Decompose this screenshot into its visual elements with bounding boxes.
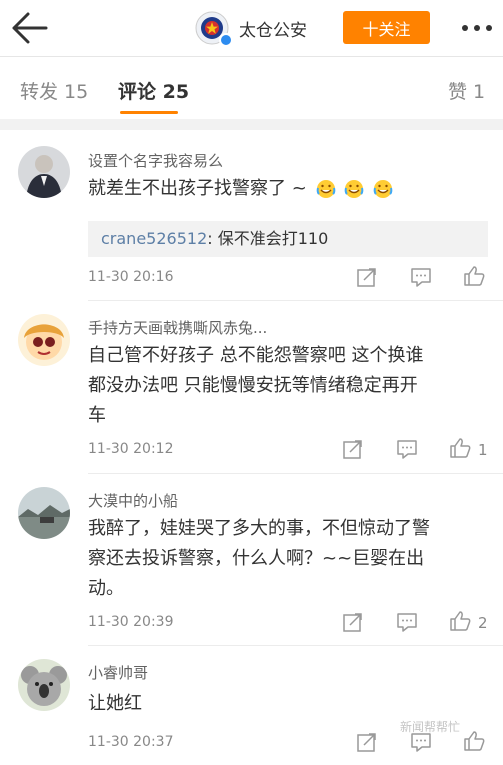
back-arrow-icon [12, 12, 48, 44]
account-info[interactable]: 太仓公安 [195, 10, 307, 47]
comment-body: 让她红 [88, 693, 142, 714]
comment-line: 都没办法吧 只能慢慢安抚等情绪稳定再开 [88, 375, 418, 396]
comment-text: 让她红 [88, 689, 488, 719]
comment-body: 就差生不出孩子找警察了 ~ [88, 178, 307, 199]
like-count: 2 [478, 614, 488, 632]
avatar[interactable] [18, 146, 70, 198]
thumbs-up-icon[interactable] [449, 437, 471, 459]
reply-preview[interactable]: crane526512: 保不准会打110 [88, 221, 488, 257]
comment-time: 11-30 20:39 [88, 614, 174, 630]
active-tab-indicator [120, 111, 178, 114]
like-count: 1 [478, 441, 488, 459]
comment-time: 11-30 20:12 [88, 441, 174, 457]
comment-time: 11-30 20:37 [88, 734, 174, 750]
comment-line: 自己管不好孩子 总不能怨警察吧 这个换谁 [88, 345, 424, 366]
koala-avatar-icon [18, 659, 70, 711]
landscape-photo-avatar-icon [18, 487, 70, 539]
avatar[interactable] [18, 659, 70, 711]
comment-line: 我醉了，娃娃哭了多大的事，不但惊动了警 [88, 518, 430, 539]
repost-icon[interactable] [356, 266, 378, 288]
comment-username[interactable]: 手持方天画戟携嘶风赤兔... [88, 317, 267, 338]
comment-divider [88, 300, 503, 301]
more-dots-icon [462, 25, 492, 31]
crying-laughing-emoji-icon [344, 180, 364, 198]
follow-button[interactable]: 十关注 [343, 11, 430, 44]
repost-icon[interactable] [356, 731, 378, 753]
comment-username[interactable]: 设置个名字我容易么 [88, 150, 223, 171]
user-photo-avatar-icon [18, 146, 70, 198]
crying-laughing-emoji-icon [316, 180, 335, 198]
avatar[interactable] [18, 487, 70, 539]
crying-laughing-emoji-icon [373, 180, 393, 198]
tab-bar: 转发 15 评论 25 赞 1 [0, 57, 503, 119]
section-separator [0, 119, 503, 130]
top-bar: 太仓公安 十关注 [0, 0, 503, 56]
more-options-button[interactable] [459, 18, 495, 38]
comment-icon[interactable] [410, 266, 432, 288]
comment-icon[interactable] [396, 438, 418, 460]
comment-line: 察还去投诉警察，什么人啊？~~巨婴在出 [88, 548, 425, 569]
watermark: 新闻帮帮忙 [400, 720, 461, 734]
repost-icon[interactable] [342, 611, 364, 633]
comment-username[interactable]: 小睿帅哥 [88, 662, 148, 683]
thumbs-up-icon[interactable] [449, 610, 471, 632]
tab-reposts[interactable]: 转发 15 [20, 77, 88, 104]
cartoon-avatar-icon [18, 314, 70, 366]
back-button[interactable] [10, 10, 50, 46]
comment-line: 车 [88, 405, 106, 426]
comment-text: 我醉了，娃娃哭了多大的事，不但惊动了警 察还去投诉警察，什么人啊？~~巨婴在出 … [88, 514, 488, 604]
police-emblem-avatar [195, 11, 233, 47]
thumbs-up-icon[interactable] [463, 265, 485, 287]
comment-text: 就差生不出孩子找警察了 ~ [88, 174, 488, 204]
thumbs-up-icon[interactable] [463, 730, 485, 752]
avatar[interactable] [18, 314, 70, 366]
comment-line: 动。 [88, 578, 124, 599]
comment-text: 自己管不好孩子 总不能怨警察吧 这个换谁 都没办法吧 只能慢慢安抚等情绪稳定再开… [88, 341, 488, 431]
comment-divider [88, 645, 503, 646]
reply-username[interactable]: crane526512 [101, 229, 207, 248]
account-name: 太仓公安 [239, 20, 307, 41]
comment-icon[interactable] [396, 611, 418, 633]
comment-time: 11-30 20:16 [88, 269, 174, 285]
reply-text: : 保不准会打110 [207, 229, 329, 248]
tab-likes[interactable]: 赞 1 [448, 77, 485, 104]
verified-badge-icon [219, 33, 233, 47]
comment-username[interactable]: 大漠中的小船 [88, 490, 178, 511]
comment-divider [88, 473, 503, 474]
repost-icon[interactable] [342, 438, 364, 460]
tab-comments[interactable]: 评论 25 [118, 77, 189, 104]
